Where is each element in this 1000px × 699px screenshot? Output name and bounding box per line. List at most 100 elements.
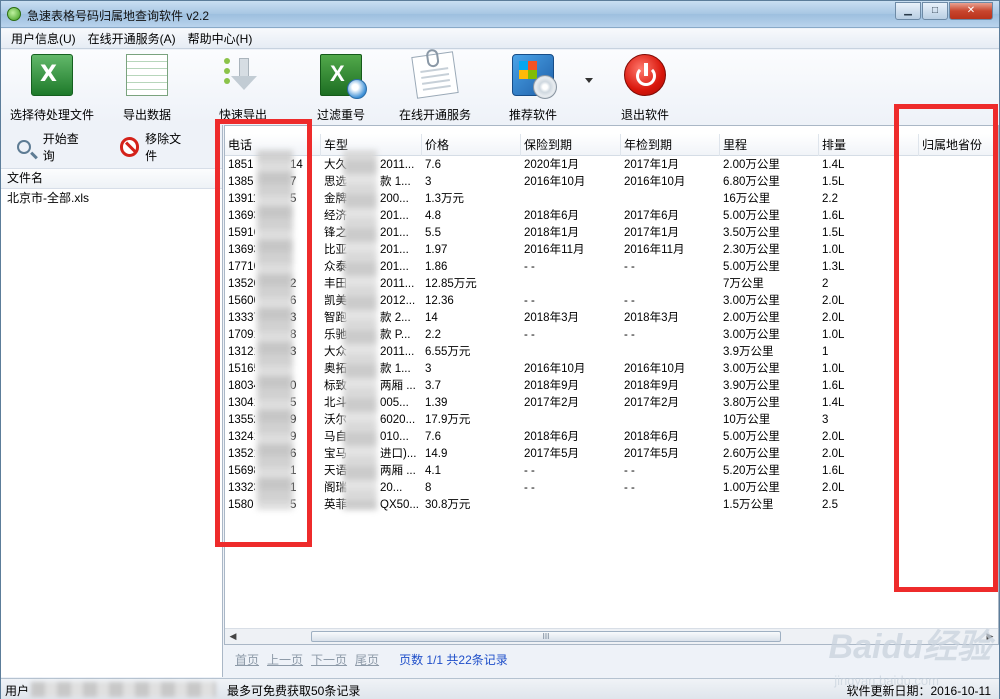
no-entry-icon — [119, 136, 140, 157]
cell-inspection: 2017年5月 — [624, 448, 679, 460]
next-page-link[interactable]: 下一页 — [311, 651, 347, 668]
table-row[interactable]: 170918乐驰款 P...2.2- -- -3.00万公里1.0L — [225, 327, 998, 344]
window-title: 急速表格号码归属地查询软件 v2.2 — [27, 9, 210, 23]
filter-dup-button[interactable]: 过滤重号 — [313, 54, 369, 122]
cell-price: 3.7 — [425, 380, 441, 392]
menu-help[interactable]: 帮助中心(H) — [182, 30, 259, 47]
cell-model-suffix: 两厢 ... — [380, 380, 416, 392]
remove-file-label: 移除文件 — [145, 131, 182, 163]
cell-mileage: 2.00万公里 — [723, 312, 780, 324]
cell-mileage: 5.00万公里 — [723, 210, 780, 222]
table-row[interactable]: 139115金牌200...1.3万元16万公里2.2 — [225, 191, 998, 208]
cell-inspection — [621, 412, 720, 429]
col-price[interactable]: 价格 — [422, 134, 521, 156]
first-page-link[interactable]: 首页 — [235, 651, 259, 668]
power-icon — [624, 54, 666, 96]
close-button[interactable]: ✕ — [949, 2, 993, 20]
cell-inspection: 2017年2月 — [624, 397, 679, 409]
file-list-header[interactable]: 文件名 — [1, 169, 222, 189]
recommend-dropdown-icon[interactable] — [585, 78, 593, 83]
cell-mileage: 2.30万公里 — [723, 244, 780, 256]
highlight-box-phone — [215, 119, 312, 547]
col-insurance[interactable]: 保险到期 — [521, 134, 621, 156]
menu-online-service[interactable]: 在线开通服务(A) — [82, 30, 182, 47]
app-logo-icon — [7, 7, 21, 21]
cell-price: 12.85万元 — [425, 278, 477, 290]
cell-mileage: 3.80万公里 — [723, 397, 780, 409]
cell-price: 17.9万元 — [425, 414, 471, 426]
table-row[interactable]: 1385 7 思选款 1... 3 2016年10月 2016年10月 6.80万公里 1.5… — [225, 174, 998, 191]
table-row[interactable]: 133373智跑款 2...142018年3月2018年3月2.00万公里2.0… — [225, 310, 998, 327]
cell-mileage: 1.00万公里 — [723, 482, 780, 494]
select-file-button[interactable]: 选择待处理文件 — [7, 54, 97, 122]
cell-insurance: 2017年5月 — [524, 448, 579, 460]
cell-inspection: 2018年6月 — [624, 431, 679, 443]
cell-inspection: - - — [624, 482, 635, 494]
table-row[interactable]: 135202丰田2011...12.85万元7万公里2 — [225, 276, 998, 293]
cell-price: 7.6 — [425, 431, 441, 443]
col-inspection[interactable]: 年检到期 — [621, 134, 720, 156]
maximize-button[interactable]: □ — [922, 2, 948, 20]
recommend-button[interactable]: 推荐软件 — [505, 54, 561, 122]
table-row[interactable]: 13693比亚201...1.972016年11月2016年11月2.30万公里… — [225, 242, 998, 259]
quick-export-button[interactable]: 快速导出 — [215, 54, 271, 122]
cell-mileage: 3.9万公里 — [723, 346, 774, 358]
cell-model-suffix: 2011... — [380, 159, 415, 171]
table-row[interactable]: 13693经济201...4.82018年6月2017年6月5.00万公里1.6… — [225, 208, 998, 225]
table-row[interactable]: 180340标致两厢 ...3.72018年9月2018年9月3.90万公里1.… — [225, 378, 998, 395]
cell-model-suffix: 进口)... — [380, 448, 417, 460]
cell-price: 3 — [425, 176, 432, 188]
status-free-limit: 最多可免费获取50条记录 — [227, 684, 361, 698]
table-row[interactable]: 1851 14 大久 2011... 7.6 2020年1月 2017年1月 2.00万公里 1… — [225, 157, 998, 174]
search-icon — [17, 139, 31, 154]
export-data-button[interactable]: 导出数据 — [119, 54, 175, 122]
remove-file-button[interactable]: 移除文件 — [119, 130, 193, 164]
menu-user-info[interactable]: 用户信息(U) — [5, 30, 82, 47]
filter-dup-label: 过滤重号 — [316, 108, 365, 122]
title-bar[interactable]: 急速表格号码归属地查询软件 v2.2 ▁ □ ✕ — [1, 1, 999, 28]
cell-model-suffix: 2011... — [380, 346, 415, 358]
app-window: 急速表格号码归属地查询软件 v2.2 ▁ □ ✕ 用户信息(U) 在线开通服务(… — [0, 0, 1000, 699]
cell-inspection — [621, 344, 720, 361]
status-user: 用户 — [5, 684, 30, 698]
cell-insurance: - - — [524, 261, 535, 273]
table-row[interactable]: 1580 5 英菲 QX50... 30.8万元 1.5万公里 2.5 — [225, 497, 998, 514]
table-row[interactable]: 15916锋之201...5.52018年1月2017年1月3.50万公里1.5… — [225, 225, 998, 242]
cell-price: 1.97 — [425, 244, 448, 256]
table-row[interactable]: 131213大众2011...6.55万元3.9万公里1 — [225, 344, 998, 361]
minimize-button[interactable]: ▁ — [895, 2, 921, 20]
online-service-button[interactable]: 在线开通服务 — [397, 48, 473, 122]
table-row[interactable]: 17710众泰201...1.86- -- -5.00万公里1.3L — [225, 259, 998, 276]
cell-inspection: 2017年1月 — [624, 227, 679, 239]
table-row[interactable]: 156006凯美2012...12.36- -- -3.00万公里2.0L — [225, 293, 998, 310]
cell-price: 5.5 — [425, 227, 441, 239]
scroll-thumb[interactable]: III — [311, 631, 781, 642]
table-row[interactable]: 133231阁瑞20...8- -- -1.00万公里2.0L — [225, 480, 998, 497]
table-row[interactable]: 130415北斗005...1.392017年2月2017年2月3.80万公里1… — [225, 395, 998, 412]
table-row[interactable]: 135216宝马进口)...14.92017年5月2017年5月2.60万公里2… — [225, 446, 998, 463]
table-row[interactable]: 135529沃尔6020...17.9万元10万公里3 — [225, 412, 998, 429]
cell-price: 6.55万元 — [425, 346, 471, 358]
table-row[interactable]: 156981天语两厢 ...4.1- -- -5.20万公里1.6L — [225, 463, 998, 480]
spreadsheet-icon — [126, 54, 168, 96]
start-query-button[interactable]: 开始查询 — [17, 130, 90, 164]
table-row[interactable]: 132419马自010...7.62018年6月2018年6月5.00万公里2.… — [225, 429, 998, 446]
cell-insurance: 2016年10月 — [524, 363, 586, 375]
exit-button[interactable]: 退出软件 — [617, 54, 673, 122]
scroll-left-icon[interactable]: ◀ — [225, 629, 241, 644]
last-page-link[interactable]: 尾页 — [355, 651, 379, 668]
cell-mileage: 3.90万公里 — [723, 380, 780, 392]
cell-model-suffix: 2012... — [380, 295, 416, 307]
cell-price: 14 — [425, 312, 438, 324]
cell-model-suffix: 2011... — [380, 278, 415, 290]
file-list-item[interactable]: 北京市-全部.xls — [1, 189, 222, 207]
cell-insurance — [521, 344, 621, 361]
col-mileage[interactable]: 里程 — [720, 134, 819, 156]
start-query-label: 开始查询 — [42, 131, 79, 163]
cell-insurance: - - — [524, 482, 535, 494]
cell-price: 8 — [425, 482, 432, 494]
table-row[interactable]: 15165奥拓款 1...32016年10月2016年10月3.00万公里1.0… — [225, 361, 998, 378]
cell-inspection: 2018年3月 — [624, 312, 679, 324]
prev-page-link[interactable]: 上一页 — [267, 651, 303, 668]
cell-inspection: - - — [624, 295, 635, 307]
